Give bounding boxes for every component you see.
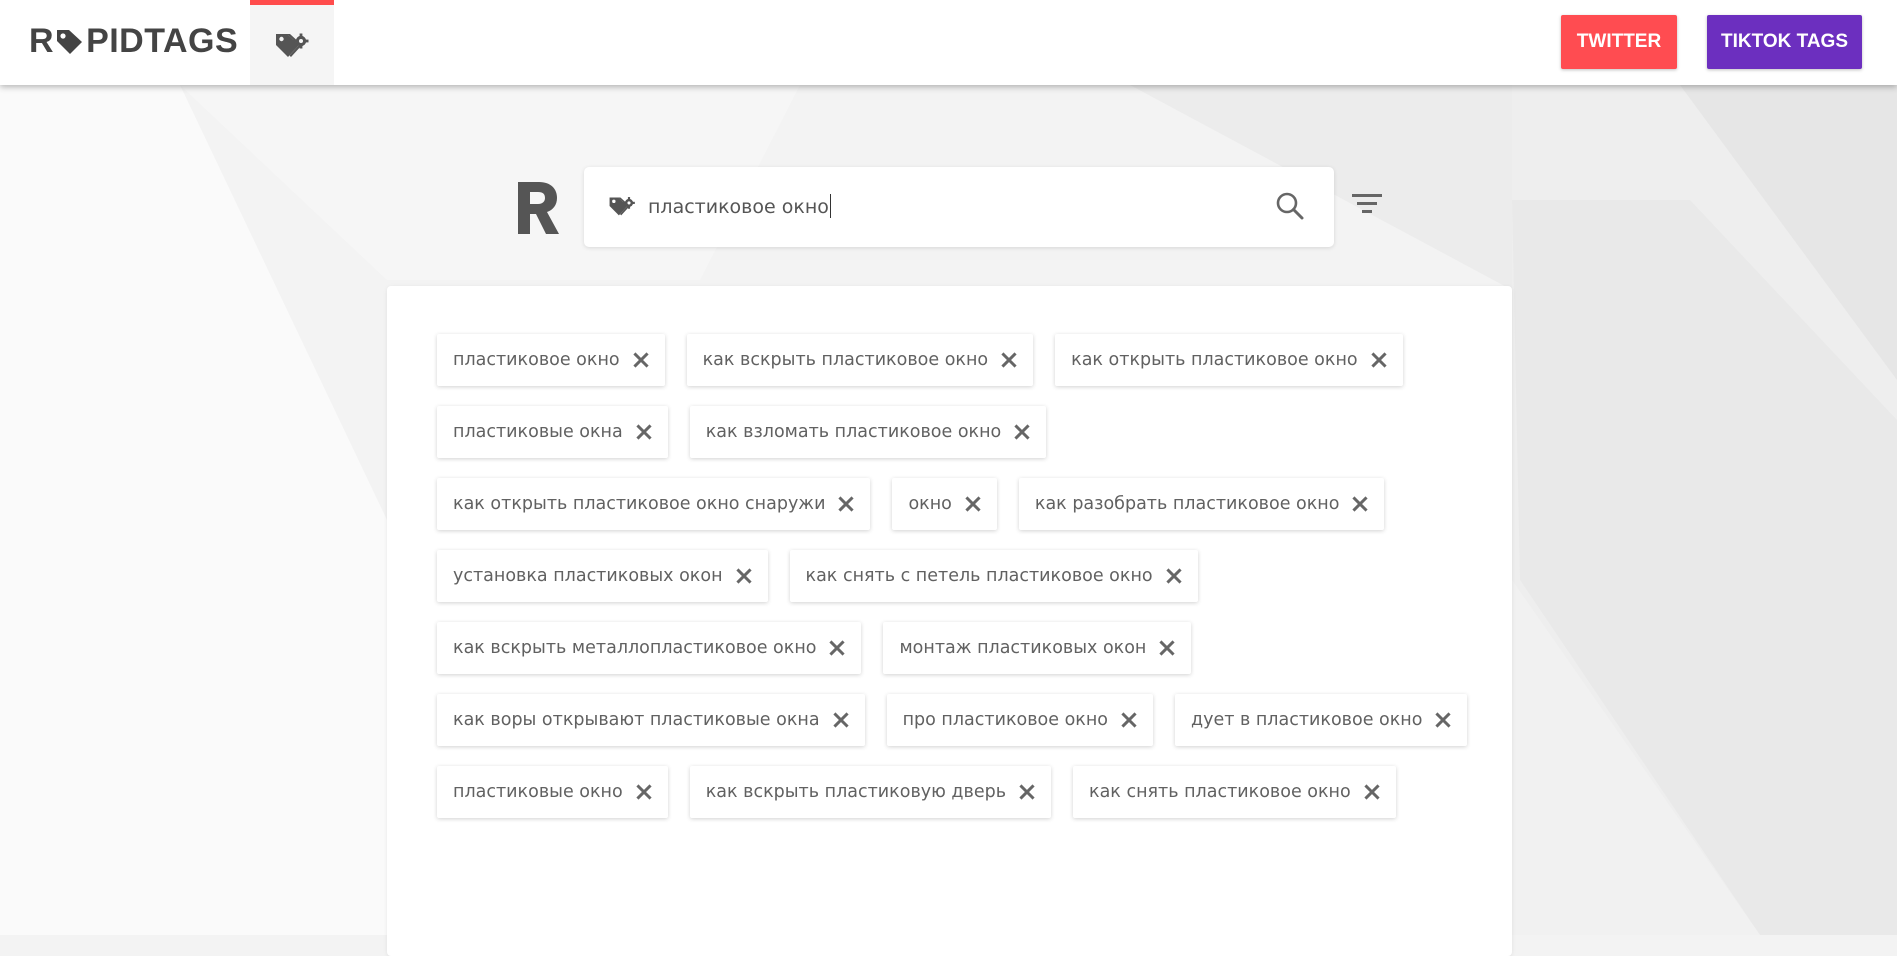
tag-label: как снять с петель пластиковое окно — [805, 566, 1153, 586]
tag-label: про пластиковое окно — [902, 710, 1108, 730]
tag-label: пластиковые окно — [453, 782, 623, 802]
search-icon[interactable] — [1275, 191, 1305, 221]
close-icon[interactable] — [1371, 352, 1387, 368]
tag-label: дует в пластиковое окно — [1191, 710, 1423, 730]
close-icon[interactable] — [1364, 784, 1380, 800]
close-icon[interactable] — [735, 568, 752, 584]
close-icon[interactable] — [965, 496, 981, 512]
tag-chip[interactable]: как вскрыть металлопластиковое окно — [437, 622, 862, 674]
tag-generator-tab[interactable] — [250, 0, 334, 85]
close-icon[interactable] — [1159, 640, 1175, 656]
tag-label: как вскрыть пластиковое окно — [702, 350, 989, 370]
tiktok-tags-button[interactable]: TIKTOK TAGS — [1707, 15, 1862, 69]
search-bar — [584, 167, 1334, 247]
logo-text-start: R — [29, 22, 55, 60]
tag-logo-icon — [57, 30, 83, 54]
tag-list: пластиковое окно как вскрыть пластиковое … — [437, 334, 1477, 818]
close-icon[interactable] — [1435, 712, 1452, 728]
tag-label: как открыть пластиковое окно — [1071, 350, 1358, 370]
close-icon[interactable] — [1166, 568, 1182, 584]
close-icon[interactable] — [1019, 784, 1035, 800]
tag-label: как снять пластиковое окно — [1089, 782, 1351, 802]
filter-icon[interactable] — [1352, 191, 1382, 217]
tag-chip[interactable]: как взломать пластиковое окно — [689, 406, 1047, 458]
tag-gear-icon — [276, 33, 309, 57]
twitter-button[interactable]: TWITTER — [1561, 15, 1677, 69]
tag-label: пластиковые окна — [453, 422, 623, 442]
close-icon[interactable] — [636, 424, 652, 440]
tag-chip[interactable]: установка пластиковых окон — [437, 550, 768, 602]
close-icon[interactable] — [1014, 424, 1030, 440]
close-icon[interactable] — [1121, 712, 1137, 728]
top-header: R PIDTAGS TWITTER TIKTOK TAGS — [0, 0, 1897, 85]
tag-label: как вскрыть пластиковую дверь — [705, 782, 1007, 802]
tag-chip[interactable]: как вскрыть пластиковое окно — [686, 334, 1034, 386]
close-icon[interactable] — [838, 496, 855, 512]
tag-chip[interactable]: как открыть пластиковое окно — [1055, 334, 1403, 386]
search-input[interactable] — [648, 189, 1268, 225]
close-icon[interactable] — [832, 712, 849, 728]
tag-gear-icon — [609, 197, 635, 216]
close-icon[interactable] — [632, 352, 649, 368]
tag-label: как вскрыть металлопластиковое окно — [453, 638, 817, 658]
close-icon[interactable] — [829, 640, 846, 656]
logo-text-end: PIDTAGS — [86, 22, 239, 60]
tag-label: как открыть пластиковое окно снаружи — [453, 494, 826, 514]
tag-label: пластиковое окно — [453, 350, 620, 370]
tag-chip[interactable]: про пластиковое окно — [886, 694, 1153, 746]
tag-label: как воры открывают пластиковые окна — [453, 710, 820, 730]
tag-label: монтаж пластиковых окон — [899, 638, 1147, 658]
tag-chip[interactable]: дует в пластиковое окно — [1175, 694, 1468, 746]
r-logo-icon — [518, 182, 559, 234]
tag-results-panel: пластиковое окно как вскрыть пластиковое … — [387, 286, 1512, 956]
tag-chip[interactable]: как открыть пластиковое окно снаружи — [437, 478, 871, 530]
brand-logo[interactable]: R PIDTAGS — [29, 22, 238, 60]
text-cursor — [829, 194, 831, 218]
tag-chip[interactable]: пластиковые окна — [437, 406, 668, 458]
close-icon[interactable] — [1352, 496, 1369, 512]
close-icon[interactable] — [1001, 352, 1017, 368]
tag-chip[interactable]: пластиковое окно — [437, 334, 665, 386]
tag-chip[interactable]: как снять пластиковое окно — [1073, 766, 1396, 818]
tag-chip[interactable]: монтаж пластиковых окон — [883, 622, 1192, 674]
tag-chip[interactable]: как разобрать пластиковое окно — [1018, 478, 1385, 530]
tag-chip[interactable]: как вскрыть пластиковую дверь — [689, 766, 1052, 818]
tag-label: окно — [908, 494, 952, 514]
tag-chip[interactable]: пластиковые окно — [437, 766, 668, 818]
tag-label: как взломать пластиковое окно — [705, 422, 1002, 442]
tag-label: установка пластиковых окон — [453, 566, 723, 586]
tag-chip[interactable]: как снять с петель пластиковое окно — [789, 550, 1198, 602]
tag-chip[interactable]: как воры открывают пластиковые окна — [437, 694, 865, 746]
tag-chip[interactable]: окно — [892, 478, 997, 530]
tag-label: как разобрать пластиковое окно — [1034, 494, 1340, 514]
close-icon[interactable] — [636, 784, 652, 800]
